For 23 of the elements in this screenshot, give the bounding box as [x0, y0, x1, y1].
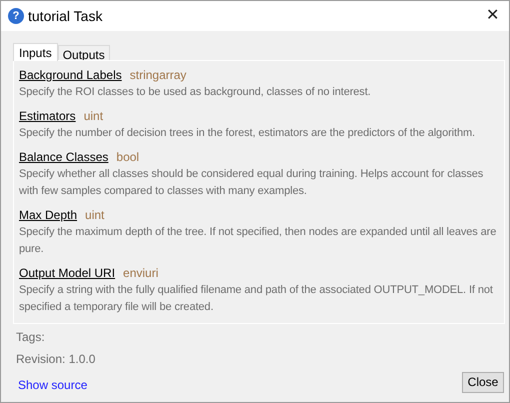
tags-label: Tags: [16, 329, 46, 346]
parameter-type: enviuri [123, 265, 158, 282]
parameter-description: Specify whether all classes should be considered equal during training. Helps account for classes with few samples compared to classes with many examples. [19, 167, 484, 199]
parameter-name-link[interactable]: Max Depth [19, 206, 78, 224]
revision-label: Revision: 1.0.0 [16, 351, 96, 368]
parameter-name-link[interactable]: Balance Classes [19, 148, 108, 166]
parameter-description: Specify the maximum depth of the tree. If not specified, then nodes are expanded until all leaves are pure. [19, 225, 498, 257]
parameter-name-link[interactable]: Background Labels [19, 66, 122, 84]
parameter-description: Specify the ROI classes to be used as background, classes of no interest. [19, 85, 372, 100]
parameter-type: stringarray [130, 67, 186, 84]
tab[interactable]: Outputs [58, 45, 110, 61]
show-source-link[interactable]: Show source [13, 376, 88, 394]
parameter-description: Specify a string with the fully qualified filename and path of the associated OUTPUT_MODEL. If not specified a temporary file will be created. [19, 283, 494, 315]
parameter-type: uint [85, 207, 104, 224]
parameter-description: Specify the number of decision trees in the forest, estimators are the predictors of the algorithm. [19, 126, 476, 141]
parameter-type: uint [84, 108, 104, 125]
help-icon: ? [8, 8, 24, 24]
close-button[interactable]: Close [462, 372, 504, 392]
parameter-name-link[interactable]: Output Model URI [19, 264, 116, 282]
parameter-name-link[interactable]: Estimators [19, 107, 76, 125]
window-title: tutorial Task [28, 6, 102, 26]
tab[interactable]: Inputs [13, 43, 58, 61]
parameter-type: bool [116, 149, 140, 166]
